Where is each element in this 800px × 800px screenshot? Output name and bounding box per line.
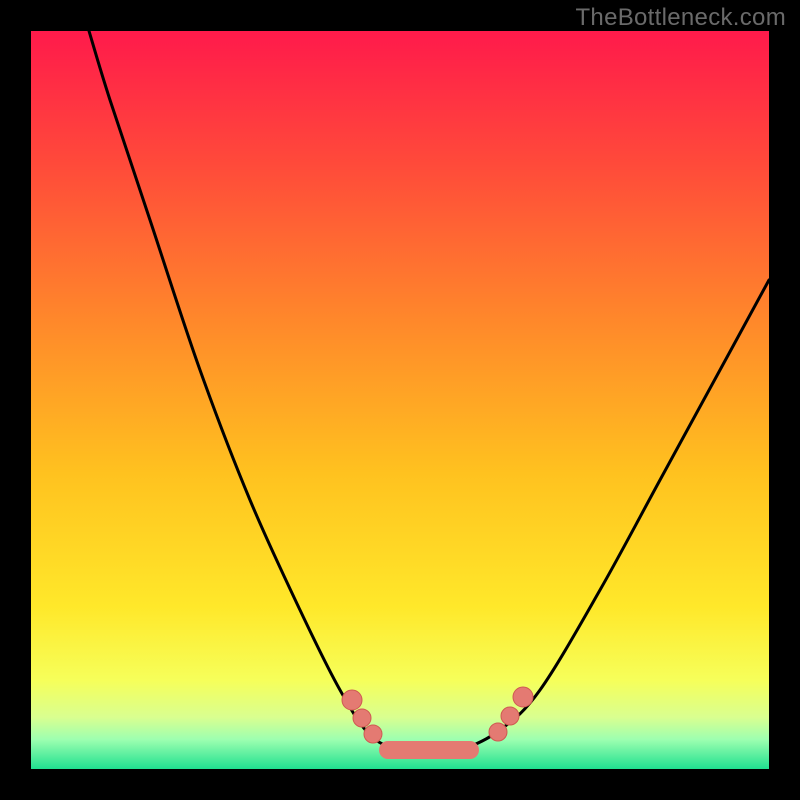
curve-marker: [489, 723, 507, 741]
plot-background: [31, 31, 769, 769]
curve-marker: [364, 725, 382, 743]
bottleneck-curve-chart: [0, 0, 800, 800]
chart-frame: TheBottleneck.com: [0, 0, 800, 800]
curve-marker: [501, 707, 519, 725]
curve-marker: [342, 690, 362, 710]
curve-marker: [513, 687, 533, 707]
curve-marker: [353, 709, 371, 727]
watermark-text: TheBottleneck.com: [575, 4, 786, 32]
